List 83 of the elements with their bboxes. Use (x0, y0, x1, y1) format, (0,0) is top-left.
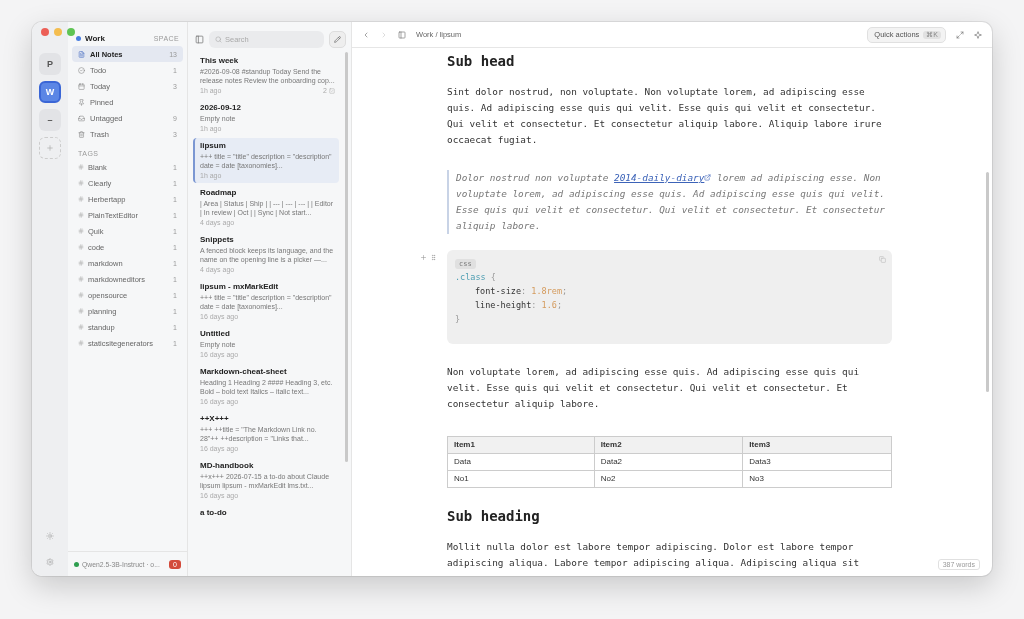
pencil-icon (334, 35, 341, 43)
sparkle-icon (974, 30, 982, 39)
sun-icon (46, 532, 54, 540)
hash-icon (78, 180, 84, 186)
code-line: } (455, 313, 461, 326)
hash-icon (78, 244, 84, 250)
drag-handle-icon[interactable] (430, 254, 437, 261)
paragraph: Non voluptate lorem, ad adipiscing esse quis. Ad adipiscing esse quis qui velit. Esse quis qui velit et consectetur. Qui velit et consectetur. Et consectetur aliquip labore. (447, 365, 861, 411)
sidebar-toggle-button[interactable] (195, 34, 204, 44)
inbox-icon (78, 114, 85, 122)
space-button[interactable]: W (39, 81, 61, 103)
sparkle-button[interactable] (974, 30, 982, 39)
expand-icon (956, 30, 964, 39)
table-cell: No1 (447, 470, 595, 488)
table-cell: Data (447, 453, 595, 471)
table-cell: No3 (742, 470, 892, 488)
hash-icon (78, 212, 84, 218)
trash-icon (78, 130, 85, 138)
zoom-dot[interactable] (67, 28, 75, 36)
checkbox-icon (329, 87, 335, 94)
table-header: Item3 (742, 436, 892, 454)
chevron-left-icon (362, 30, 370, 39)
expand-button[interactable] (956, 30, 964, 39)
code-line: font-size: 1.8rem; (474, 285, 568, 298)
hash-icon (78, 308, 84, 314)
code-line: .class { (455, 271, 496, 284)
settings-button[interactable] (46, 558, 54, 566)
forward-button[interactable] (380, 30, 388, 39)
hash-icon (78, 292, 84, 298)
calendar-icon (78, 82, 85, 90)
note-title: lipsum - mxMarkEdit (200, 282, 280, 291)
hash-icon (78, 340, 84, 346)
note-title: 2026-09-12 (200, 103, 242, 112)
plus-icon (46, 144, 54, 152)
chevron-right-icon (380, 30, 388, 39)
external-link-icon (704, 174, 712, 181)
blockquote: Dolor nostrud non voluptate 2014-daily-diary lorem ad adipiscing esse. Non voluptate lorem, ad adipiscing esse quis. Ad adipiscing esse quis qui velit. Esse quis qui velit et consectetur. Qui velit et consectetur. Et consectetur aliquip labore. (447, 170, 892, 234)
hash-icon (78, 276, 84, 282)
table-cell: No2 (594, 470, 743, 488)
note-title: This week (200, 56, 240, 65)
note-title: ++X+++ (200, 414, 230, 423)
close-dot[interactable] (41, 28, 49, 36)
minimize-dot[interactable] (54, 28, 62, 36)
hash-icon (78, 260, 84, 266)
theme-button[interactable] (46, 532, 54, 540)
note-title: Snippets (200, 235, 235, 244)
note-link[interactable]: 2014-daily-diary (614, 172, 712, 183)
note-title: Untitled (200, 329, 231, 338)
note-title: MD-handbook (200, 461, 255, 470)
sidebar-toggle-icon (195, 34, 204, 44)
note-title: a to-do (200, 508, 228, 517)
heading: Sub head (447, 52, 516, 71)
file-icon (78, 50, 85, 58)
check-circle-icon (78, 66, 85, 74)
code-line: line-height: 1.6; (474, 299, 563, 312)
settings-icon (46, 558, 54, 566)
panel-icon (398, 30, 406, 39)
heading: Sub heading (447, 507, 541, 526)
note-title: lipsum (200, 141, 227, 150)
hash-icon (78, 196, 84, 202)
space-button[interactable]: P (39, 53, 61, 75)
hash-icon (78, 324, 84, 330)
add-space-button[interactable] (39, 137, 61, 159)
hash-icon (78, 164, 84, 170)
paragraph: Mollit nulla dolor est labore tempor adipiscing. Dolor est labore tempor adipiscing aliqua. Labore tempor adipiscing aliqua. Adipiscing aliqua sit (447, 540, 861, 570)
table-cell: Data2 (594, 453, 743, 471)
table-header: Item2 (594, 436, 743, 454)
space-name: Work (85, 34, 106, 43)
note-item[interactable]: a to-do (193, 505, 339, 521)
pin-icon (78, 98, 85, 106)
note-title: Markdown-cheat-sheet (200, 367, 288, 376)
table-cell: Data3 (742, 453, 892, 471)
space-button[interactable]: – (39, 109, 61, 131)
new-note-button[interactable] (329, 30, 346, 48)
back-button[interactable] (362, 30, 370, 39)
panel-button[interactable] (398, 30, 406, 39)
search-icon (215, 35, 222, 43)
copy-icon[interactable] (879, 256, 886, 263)
note-title: Roadmap (200, 188, 238, 197)
hash-icon (78, 228, 84, 234)
add-block-icon[interactable] (420, 254, 427, 261)
paragraph: Sint dolor nostrud, non voluptate. Non voluptate lorem, ad adipiscing esse quis. Ad adipiscing esse quis qui velit. Esse quis qui velit et consectetur. Qui velit et consectetur. Et consectetur aliquip labore. Aliquip labore irure occaecat fugiat. (447, 85, 883, 147)
table-header: Item1 (447, 436, 595, 454)
